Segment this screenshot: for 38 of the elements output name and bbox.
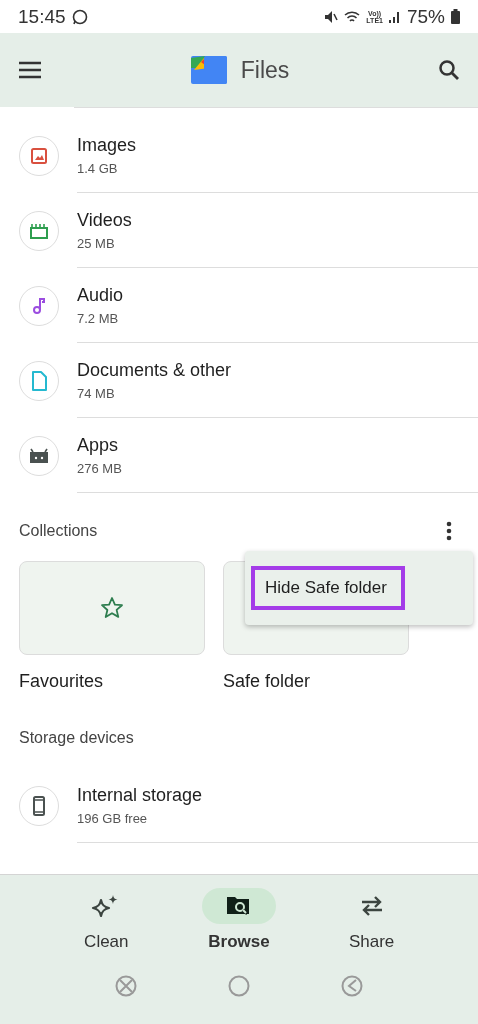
mute-icon <box>324 9 339 24</box>
category-size: 1.4 GB <box>77 160 119 176</box>
storage-size: 196 GB free <box>77 810 149 826</box>
category-name[interactable]: Documents & other <box>77 359 478 381</box>
folder-logo-icon <box>190 56 227 84</box>
folder-search-icon <box>226 895 252 917</box>
nav-tab[interactable]: Share <box>326 887 417 953</box>
home-icon[interactable] <box>228 975 250 997</box>
battery-icon <box>451 9 460 24</box>
signal-icon <box>388 9 401 24</box>
collection-label[interactable]: Favourites <box>19 671 205 692</box>
star-icon <box>100 596 124 620</box>
category-size: 276 MB <box>77 460 123 476</box>
clock: 15:45 <box>18 5 66 28</box>
app-title: Files <box>240 56 290 84</box>
wifi-icon <box>344 9 361 24</box>
close-icon[interactable] <box>115 975 138 997</box>
category-name[interactable]: Audio <box>77 284 478 306</box>
chat-icon <box>71 8 88 25</box>
more-vert-icon <box>446 521 452 541</box>
storage-name[interactable]: Internal storage <box>77 784 478 806</box>
collection-label[interactable]: Safe folder <box>223 671 409 692</box>
battery-level: 75% <box>406 5 445 28</box>
nav-tab[interactable]: Browse <box>194 887 284 953</box>
category-size: 25 MB <box>77 235 116 251</box>
category-name[interactable]: Images <box>77 134 478 156</box>
category-name[interactable]: Videos <box>77 209 478 231</box>
category-size: 7.2 MB <box>77 310 120 326</box>
collection-card[interactable] <box>19 561 205 655</box>
category-size: 74 MB <box>77 385 116 401</box>
menu-item[interactable]: Hide Safe folder <box>251 566 405 610</box>
back-icon[interactable] <box>340 975 363 997</box>
nav-tab[interactable]: Clean <box>61 887 152 953</box>
search-icon <box>438 59 460 81</box>
section-title: Storage devices <box>19 729 134 747</box>
section-title: Collections <box>19 522 98 540</box>
menu-icon <box>18 60 42 80</box>
category-name[interactable]: Apps <box>77 434 478 456</box>
